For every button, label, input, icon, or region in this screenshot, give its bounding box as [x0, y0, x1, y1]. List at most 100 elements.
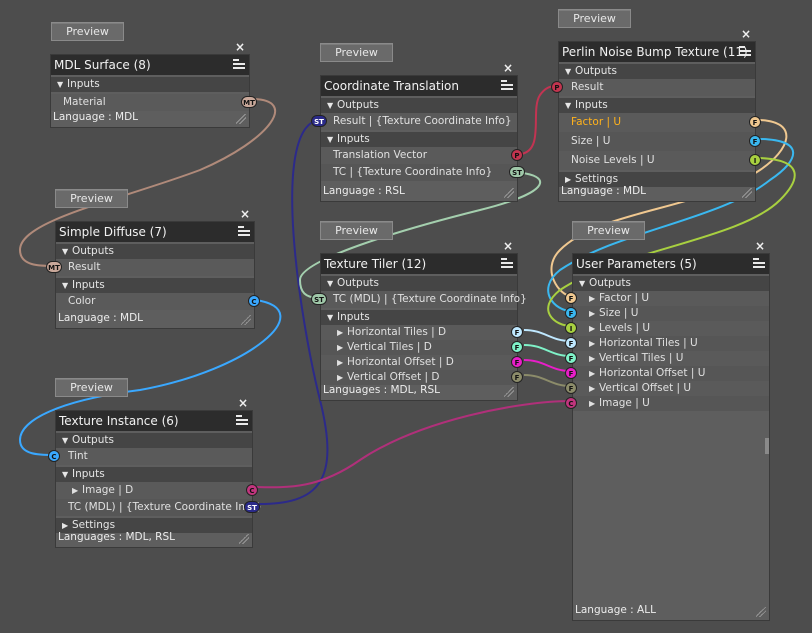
- node-title: Coordinate Translation: [321, 76, 517, 96]
- output-row-vertical-tiles[interactable]: ▶ Vertical Tiles | U F: [565, 351, 769, 366]
- resize-grip[interactable]: [756, 607, 766, 617]
- node-user-parameters[interactable]: × User Parameters (5) ▼ Outputs ▶ Factor |…: [565, 240, 770, 621]
- input-row-vertical-tiles[interactable]: ▶ Vertical Tiles | D F: [321, 340, 523, 355]
- close-icon[interactable]: ×: [240, 208, 250, 220]
- inputs-section[interactable]: ▼ Inputs: [56, 278, 254, 293]
- port-i[interactable]: I: [749, 154, 761, 166]
- port-mt[interactable]: MT: [241, 96, 257, 108]
- port-st[interactable]: ST: [509, 166, 525, 178]
- menu-icon[interactable]: [739, 46, 751, 58]
- outputs-section[interactable]: ▼ Outputs: [56, 244, 254, 259]
- output-row-image[interactable]: ▶ Image | U C: [565, 396, 769, 411]
- node-title: Texture Instance (6): [56, 411, 252, 431]
- close-icon[interactable]: ×: [238, 397, 248, 409]
- port-c[interactable]: C: [246, 484, 258, 496]
- inputs-section[interactable]: ▼ Inputs: [56, 467, 252, 482]
- outputs-section[interactable]: ▼ Outputs: [56, 433, 252, 448]
- port-f[interactable]: F: [749, 116, 761, 128]
- output-row-result: Result P: [551, 79, 755, 96]
- input-row-horizontal-offset[interactable]: ▶ Horizontal Offset | D F: [321, 355, 523, 370]
- menu-icon[interactable]: [238, 226, 250, 238]
- inputs-section[interactable]: ▼ Inputs: [559, 98, 755, 113]
- close-icon[interactable]: ×: [741, 28, 751, 40]
- outputs-section[interactable]: ▼ Outputs: [559, 64, 755, 79]
- output-row-horizontal-offset[interactable]: ▶ Horizontal Offset | U F: [565, 366, 769, 381]
- port-f[interactable]: F: [511, 326, 523, 338]
- port-st[interactable]: ST: [311, 293, 327, 305]
- port-f[interactable]: F: [565, 307, 577, 319]
- resize-grip[interactable]: [504, 387, 514, 397]
- outputs-section[interactable]: ▼ Outputs: [573, 276, 769, 291]
- port-f[interactable]: F: [511, 371, 523, 383]
- port-mt[interactable]: MT: [46, 261, 62, 273]
- output-row-tint: Tint C: [48, 448, 252, 465]
- output-row-size[interactable]: ▶ Size | U F: [565, 306, 769, 321]
- close-icon[interactable]: ×: [755, 240, 765, 252]
- port-c[interactable]: C: [248, 295, 260, 307]
- menu-icon[interactable]: [501, 258, 513, 270]
- port-c[interactable]: C: [48, 450, 60, 462]
- input-row-image[interactable]: ▶ Image | D C: [56, 482, 258, 499]
- close-icon[interactable]: ×: [503, 240, 513, 252]
- node-perlin-noise-bump[interactable]: × Perlin Noise Bump Texture (11) ▼ Output…: [551, 28, 761, 202]
- port-f[interactable]: F: [565, 292, 577, 304]
- menu-icon[interactable]: [753, 258, 765, 270]
- input-row-size: Size | U F: [559, 132, 761, 151]
- port-st[interactable]: ST: [244, 501, 260, 513]
- input-row-horizontal-tiles[interactable]: ▶ Horizontal Tiles | D F: [321, 325, 523, 340]
- language-footer: Language : MDL: [56, 308, 254, 328]
- close-icon[interactable]: ×: [235, 41, 245, 53]
- node-title: Simple Diffuse (7): [56, 222, 254, 242]
- output-row-tc: TC (MDL) | {Texture Coordinate Info} ST: [311, 291, 527, 308]
- preview-button-mdl-surface[interactable]: Preview: [51, 22, 124, 41]
- preview-button-simple-diffuse[interactable]: Preview: [55, 189, 128, 208]
- outputs-section[interactable]: ▼ Outputs: [321, 276, 517, 291]
- node-texture-instance[interactable]: × Texture Instance (6) ▼ Outputs Tint C ▼…: [48, 397, 262, 548]
- port-f[interactable]: F: [511, 356, 523, 368]
- port-f[interactable]: F: [565, 352, 577, 364]
- language-footer: Language : ALL: [573, 600, 769, 620]
- preview-button-coordinate-translation[interactable]: Preview: [320, 43, 393, 62]
- preview-button-texture-instance[interactable]: Preview: [55, 378, 128, 397]
- output-row-factor[interactable]: ▶ Factor | U F: [565, 291, 769, 306]
- close-icon[interactable]: ×: [503, 62, 513, 74]
- output-row-horizontal-tiles[interactable]: ▶ Horizontal Tiles | U F: [565, 336, 769, 351]
- port-f[interactable]: F: [565, 382, 577, 394]
- port-f[interactable]: F: [565, 367, 577, 379]
- resize-grip[interactable]: [239, 534, 249, 544]
- inputs-section[interactable]: ▼ Inputs: [321, 132, 517, 147]
- output-row-vertical-offset[interactable]: ▶ Vertical Offset | U F: [565, 381, 769, 396]
- node-mdl-surface[interactable]: × MDL Surface (8) ▼ Inputs Material MT La…: [50, 41, 257, 128]
- node-simple-diffuse[interactable]: × Simple Diffuse (7) ▼ Outputs Result MT …: [46, 208, 260, 329]
- menu-icon[interactable]: [236, 415, 248, 427]
- menu-icon[interactable]: [233, 59, 245, 71]
- node-coordinate-translation[interactable]: × Coordinate Translation ▼ Outputs Result…: [311, 62, 525, 202]
- preview-button-texture-tiler[interactable]: Preview: [320, 221, 393, 240]
- input-row-noise-levels: Noise Levels | U I: [559, 151, 761, 170]
- input-row-tc: TC (MDL) | {Texture Coordinate Info} ST: [56, 499, 262, 516]
- node-texture-tiler[interactable]: × Texture Tiler (12) ▼ Outputs TC (MDL) |…: [311, 240, 527, 401]
- output-row-levels[interactable]: ▶ Levels | U I: [565, 321, 769, 336]
- preview-button-perlin[interactable]: Preview: [558, 9, 631, 28]
- inputs-section[interactable]: ▼ Inputs: [321, 310, 517, 325]
- menu-icon[interactable]: [501, 80, 513, 92]
- port-st[interactable]: ST: [311, 115, 327, 127]
- resize-grip[interactable]: [241, 315, 251, 325]
- preview-button-user-parameters[interactable]: Preview: [572, 221, 645, 240]
- language-footer: Language : MDL: [559, 181, 755, 201]
- outputs-section[interactable]: ▼ Outputs: [321, 98, 517, 113]
- language-footer: Language : MDL: [51, 107, 249, 127]
- port-p[interactable]: P: [551, 81, 563, 93]
- resize-grip[interactable]: [504, 188, 514, 198]
- resize-grip[interactable]: [236, 114, 246, 124]
- port-p[interactable]: P: [511, 149, 523, 161]
- port-f[interactable]: F: [749, 135, 761, 147]
- port-f[interactable]: F: [511, 341, 523, 353]
- port-i[interactable]: I: [565, 322, 577, 334]
- port-c[interactable]: C: [565, 397, 577, 409]
- scrollbar-handle[interactable]: [765, 438, 769, 454]
- resize-grip[interactable]: [742, 188, 752, 198]
- port-f[interactable]: F: [565, 337, 577, 349]
- input-row-translation-vector: Translation Vector P: [321, 147, 523, 164]
- inputs-section[interactable]: ▼ Inputs: [51, 77, 249, 92]
